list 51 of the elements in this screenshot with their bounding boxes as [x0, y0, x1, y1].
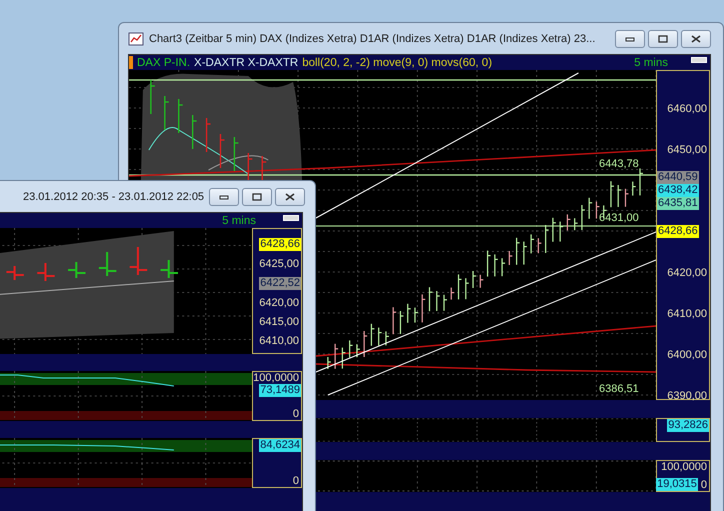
scroll-handle[interactable]: [283, 215, 299, 221]
axis-label: 6450,00: [667, 144, 708, 156]
instrument-label: X-DAXTR X-DAXTR: [194, 56, 298, 68]
axis-label: 0: [700, 478, 708, 490]
axis-label: 6425,00: [259, 258, 300, 270]
axis-label: 6400,00: [667, 348, 708, 360]
axis-label: 6420,00: [667, 266, 708, 278]
symbol-label: DAX P-IN.: [137, 56, 190, 68]
close-icon: [285, 192, 296, 200]
indicator-tag: 19,0315: [656, 478, 698, 491]
axis-label: 6415,00: [259, 316, 300, 328]
indicator-label: boll(20, 2, -2) move(9, 0) movs(60, 0): [302, 56, 492, 68]
minimize-button[interactable]: [615, 30, 645, 48]
axis-label: 0: [292, 408, 300, 420]
maximize-button[interactable]: [648, 30, 678, 48]
window-title: 23.01.2012 20:35 - 23.01.2012 22:05: [23, 190, 204, 202]
axis-label: 6420,00: [259, 297, 300, 309]
close-button[interactable]: [681, 30, 711, 48]
maximize-icon: [252, 192, 262, 200]
price-annotation: 6443,78: [599, 158, 639, 170]
axis-label: 6410,00: [259, 335, 300, 347]
maximize-icon: [658, 34, 668, 42]
price-tag: 6435,81: [657, 197, 699, 210]
interval-label: 5 mins: [634, 56, 668, 68]
minimize-button[interactable]: [209, 188, 240, 206]
price-tag: 6428,66: [657, 225, 699, 238]
axis-label: 100,0000: [253, 372, 300, 384]
price-tag: 6422,52: [259, 277, 301, 290]
minimize-icon: [625, 36, 635, 42]
price-tag: 6428,66: [259, 238, 301, 251]
legend-marker: [129, 56, 133, 69]
maximize-button[interactable]: [242, 188, 272, 206]
close-button[interactable]: [275, 188, 306, 206]
price-annotation: 6386,51: [599, 383, 639, 395]
window-title: Chart3 (Zeitbar 5 min) DAX (Indizes Xetra) D1AR (Indizes Xetra) D1AR (Indizes Xetra) 23...: [149, 32, 596, 44]
indicator-tag: 93,2826: [667, 419, 709, 432]
axis-label: 6390,00: [667, 390, 708, 402]
axis-label: 0: [292, 475, 300, 487]
axis-label: 100,0000: [661, 461, 708, 473]
indicator-tag: 73,1489: [259, 384, 301, 397]
close-icon: [691, 34, 701, 42]
axis-label: 6410,00: [667, 308, 708, 320]
axis-label: 6460,00: [667, 102, 708, 114]
chart-app-icon: [128, 32, 144, 46]
minimize-icon: [219, 194, 230, 200]
indicator-tag: 84,6234: [259, 439, 301, 452]
price-tag: 6438,42: [657, 184, 699, 197]
interval-label: 5 mins: [222, 214, 256, 226]
price-tag: 6440,59: [657, 171, 699, 184]
scroll-handle[interactable]: [691, 57, 707, 63]
price-annotation: 6431,00: [599, 212, 639, 224]
